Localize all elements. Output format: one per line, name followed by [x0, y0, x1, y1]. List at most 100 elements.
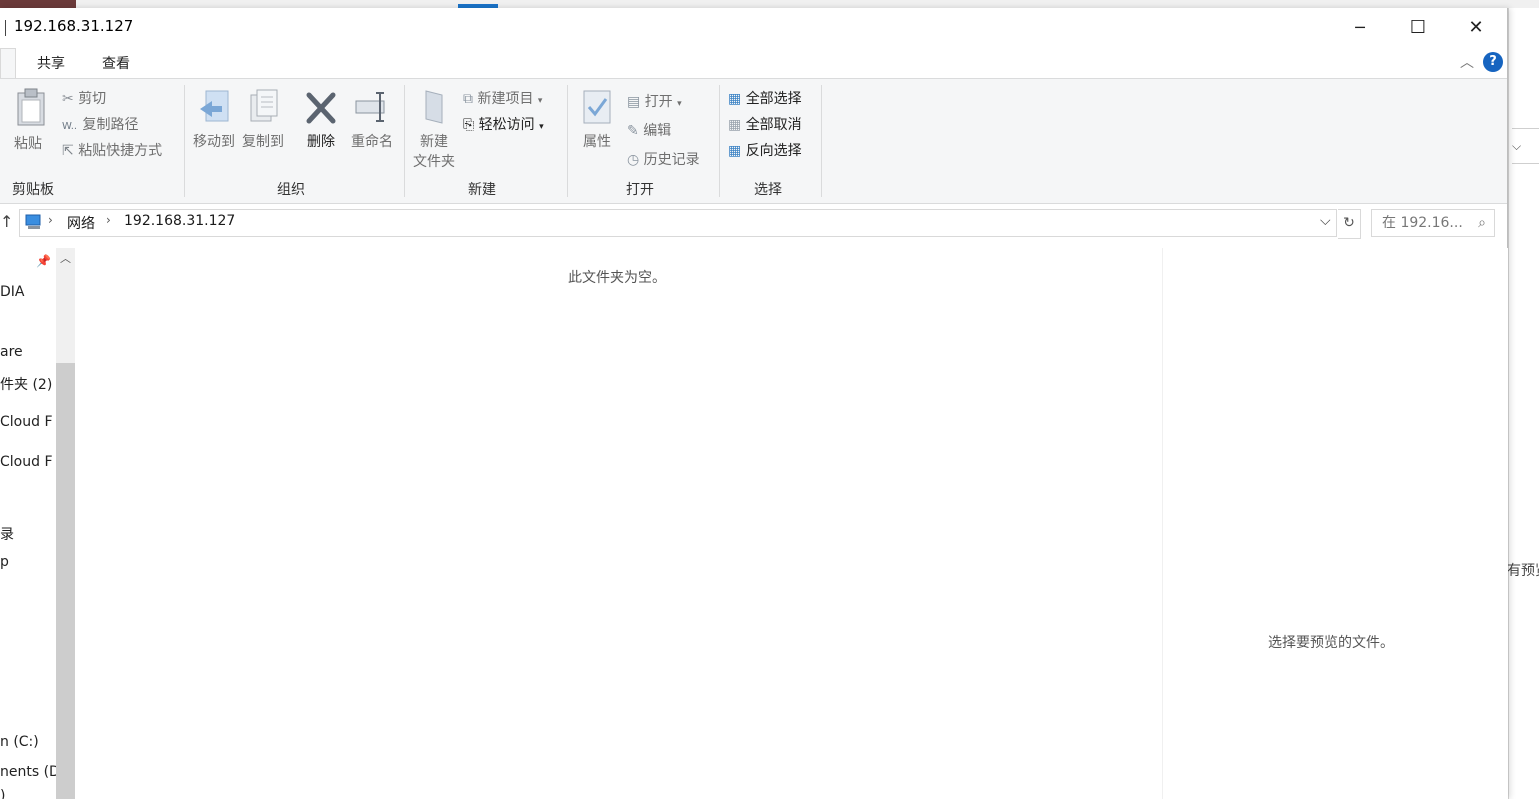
copy-path-button[interactable]: W.. 复制路径 [62, 114, 138, 134]
nav-item-drive-c[interactable]: n (C:) [0, 734, 39, 750]
network-icon [24, 213, 44, 235]
new-folder-button[interactable]: 新建 文件夹 [410, 87, 458, 171]
title-bar: 192.168.31.127 ─ ☐ ✕ [0, 8, 1507, 46]
rename-icon [355, 92, 385, 122]
file-list[interactable]: 此文件夹为空。 [77, 248, 1162, 799]
explorer-window: 192.168.31.127 ─ ☐ ✕ 共享 查看 ︿ ? 粘贴 ✂ 剪切 W… [0, 8, 1508, 799]
breadcrumb-network[interactable]: 网络 [67, 213, 95, 233]
select-group-label: 选择 [754, 182, 782, 198]
open-button[interactable]: ▤ 打开 ▾ [627, 91, 682, 111]
refresh-button[interactable]: ↻ [1338, 209, 1361, 239]
move-to-button[interactable]: 移动到 [191, 87, 237, 151]
breadcrumb-separator-icon: › [106, 213, 111, 227]
nav-item[interactable]: are [0, 344, 23, 360]
cut-button[interactable]: ✂ 剪切 [62, 88, 106, 108]
scissors-icon: ✂ [62, 91, 74, 107]
nav-item[interactable]: p [0, 554, 9, 570]
ribbon-tabs: 共享 查看 [0, 46, 1507, 79]
organize-group-label: 组织 [277, 182, 305, 198]
invert-selection-label: 反向选择 [745, 143, 802, 159]
chevron-down-icon: ▾ [677, 99, 682, 109]
paste-shortcut-label: 粘贴快捷方式 [78, 143, 163, 159]
open-group-label: 打开 [626, 182, 654, 198]
new-item-button[interactable]: ⧉ 新建项目 ▾ [463, 88, 542, 108]
maximize-icon: ☐ [1409, 16, 1427, 38]
history-icon: ◷ [627, 152, 640, 168]
copy-to-button[interactable]: 复制到 [240, 87, 286, 151]
new-folder-icon [425, 90, 443, 124]
preview-text: 选择要预览的文件。 [1268, 635, 1394, 651]
clipboard-icon [17, 88, 45, 126]
scroll-up-icon[interactable]: ︿ [60, 250, 71, 266]
new-folder-label-2: 文件夹 [413, 154, 455, 170]
address-dropdown-icon[interactable]: ⌵ [1320, 213, 1331, 229]
refresh-icon: ↻ [1343, 215, 1355, 231]
move-to-label: 移动到 [193, 134, 235, 150]
history-label: 历史记录 [643, 152, 700, 168]
select-all-label: 全部选择 [745, 91, 802, 107]
select-none-label: 全部取消 [745, 117, 802, 133]
easy-access-label: 轻松访问 [478, 117, 535, 133]
ribbon: 粘贴 ✂ 剪切 W.. 复制路径 ⇱ 粘贴快捷方式 剪贴板 移动到 复制到 删除… [0, 78, 1507, 204]
history-button[interactable]: ◷ 历史记录 [627, 149, 700, 169]
group-divider [821, 85, 822, 197]
edit-icon: ✎ [627, 123, 639, 139]
easy-access-button[interactable]: ⎘ 轻松访问 ▾ [463, 114, 544, 134]
open-label: 打开 [644, 94, 673, 110]
nav-item[interactable]: ) [0, 788, 5, 799]
clipboard-group-label: 剪贴板 [12, 182, 54, 198]
pin-icon[interactable]: 📌 [36, 254, 51, 268]
maximize-button[interactable]: ☐ [1389, 8, 1447, 46]
group-divider [404, 85, 405, 197]
nav-item[interactable]: DIA [0, 284, 25, 300]
minimize-button[interactable]: ─ [1331, 8, 1389, 46]
close-button[interactable]: ✕ [1447, 8, 1505, 46]
copy-path-icon: W.. [62, 121, 78, 132]
breadcrumb-host[interactable]: 192.168.31.127 [124, 213, 235, 229]
nav-item[interactable]: 件夹 (2) [0, 374, 52, 394]
nav-scrollbar-thumb[interactable] [56, 363, 75, 799]
chevron-down-icon: ▾ [539, 122, 544, 132]
title-separator [5, 20, 6, 36]
nav-item[interactable]: Cloud F [0, 414, 53, 430]
background-window-strip [0, 0, 1539, 8]
edit-label: 编辑 [643, 123, 672, 139]
rename-button[interactable]: 重命名 [348, 87, 396, 151]
tab-view[interactable]: 查看 [102, 53, 130, 73]
new-group-label: 新建 [468, 182, 496, 198]
nav-item[interactable]: Cloud F [0, 454, 53, 470]
collapse-ribbon-icon[interactable]: ︿ [1460, 52, 1474, 72]
background-dropdown: ⌵ [1512, 128, 1539, 164]
paste-button[interactable]: 粘贴 [14, 87, 48, 153]
up-arrow-icon[interactable]: ↑ [0, 212, 13, 231]
properties-label: 属性 [583, 134, 611, 150]
search-box[interactable]: 在 192.16... ⌕ [1371, 209, 1495, 237]
search-icon: ⌕ [1478, 215, 1486, 231]
empty-folder-text: 此文件夹为空。 [568, 270, 666, 286]
paste-shortcut-button[interactable]: ⇱ 粘贴快捷方式 [62, 140, 162, 160]
new-item-label: 新建项目 [477, 91, 534, 107]
shortcut-icon: ⇱ [62, 143, 74, 159]
tab-share[interactable]: 共享 [37, 53, 65, 73]
open-icon: ▤ [627, 94, 641, 110]
background-preview-text: 有预览 [1507, 563, 1539, 579]
paste-label: 粘贴 [14, 136, 42, 152]
invert-selection-button[interactable]: ▦ 反向选择 [728, 140, 802, 160]
rename-label: 重命名 [351, 134, 393, 150]
close-icon: ✕ [1468, 16, 1484, 38]
tab-home[interactable] [0, 48, 16, 79]
move-to-icon [200, 90, 229, 122]
properties-button[interactable]: 属性 [578, 87, 616, 151]
delete-button[interactable]: 删除 [301, 87, 341, 151]
search-input[interactable]: 在 192.16... [1372, 215, 1463, 231]
select-all-button[interactable]: ▦ 全部选择 [728, 88, 802, 108]
delete-icon [306, 92, 336, 124]
edit-button[interactable]: ✎ 编辑 [627, 120, 671, 140]
help-icon[interactable]: ? [1483, 52, 1503, 72]
chevron-down-icon: ▾ [537, 96, 543, 106]
address-bar[interactable]: › 网络 › 192.168.31.127 ⌵ [19, 209, 1337, 237]
nav-item-drive-d[interactable]: nents (D: [0, 764, 65, 780]
nav-item[interactable]: 录 [0, 524, 14, 544]
select-none-button[interactable]: ▦ 全部取消 [728, 114, 802, 134]
new-item-icon: ⧉ [463, 91, 473, 107]
